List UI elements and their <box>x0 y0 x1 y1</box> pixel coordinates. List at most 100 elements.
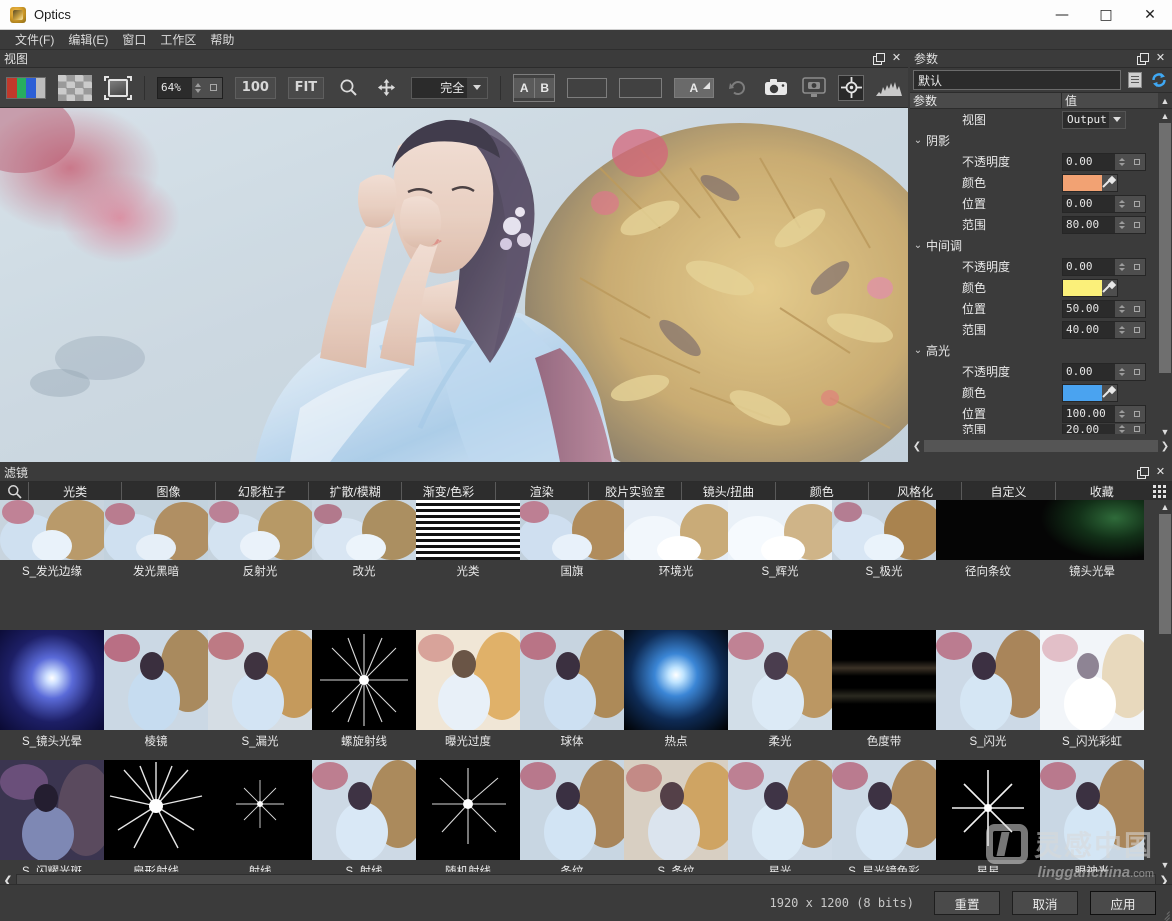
filter-thumb[interactable] <box>104 500 208 560</box>
camera-monitor-icon[interactable] <box>801 75 827 101</box>
scroll-up-icon[interactable]: ▲ <box>1158 500 1172 514</box>
filter-thumb[interactable] <box>416 760 520 860</box>
filter-thumb[interactable] <box>416 630 520 730</box>
param-scroll-up-icon[interactable]: ▲ <box>1158 93 1172 108</box>
zoom-100-button[interactable]: 100 <box>234 76 276 99</box>
param-row-midtone-range[interactable]: 范围 40.00 <box>910 319 1172 340</box>
reset-button[interactable] <box>1128 321 1145 338</box>
filter-thumb[interactable] <box>0 500 104 560</box>
number-field[interactable]: 40.00 <box>1062 320 1146 339</box>
scroll-down-icon[interactable]: ▼ <box>1158 858 1172 872</box>
filter-thumb[interactable] <box>1040 500 1144 560</box>
filter-item[interactable]: S_闪耀光斑 <box>0 760 104 872</box>
param-row-shadow-opacity[interactable]: 不透明度 0.00 <box>910 151 1172 172</box>
filter-item[interactable]: S_闪光彩虹 <box>1040 630 1144 760</box>
camera-icon[interactable] <box>763 75 789 101</box>
reset-button[interactable] <box>1128 153 1145 170</box>
number-value[interactable]: 80.00 <box>1063 216 1115 233</box>
eyedropper-icon[interactable] <box>1101 384 1117 401</box>
param-group-midtones[interactable]: ⌄ 中间调 <box>910 235 1172 256</box>
filter-thumb[interactable] <box>1040 630 1144 730</box>
search-icon[interactable] <box>0 482 28 500</box>
filter-item[interactable]: S_漏光 <box>208 630 312 760</box>
apply-button[interactable]: 应用 <box>1090 891 1156 915</box>
param-group-highlights[interactable]: ⌄ 高光 <box>910 340 1172 361</box>
filter-item[interactable]: S_镜头光晕 <box>0 630 104 760</box>
filter-thumb[interactable] <box>832 500 936 560</box>
grid-view-icon[interactable] <box>1148 482 1172 500</box>
menu-edit[interactable]: 编辑(E) <box>61 29 115 50</box>
eyedropper-icon[interactable] <box>1101 279 1117 296</box>
number-field[interactable]: 0.00 <box>1062 362 1146 381</box>
number-value[interactable]: 0.00 <box>1063 153 1115 170</box>
tab-lens-distort[interactable]: 镜头/扭曲 <box>681 482 775 500</box>
document-icon[interactable] <box>1125 70 1145 90</box>
filter-thumb[interactable] <box>416 500 520 560</box>
spinner[interactable] <box>1115 216 1128 233</box>
filter-thumb[interactable] <box>728 630 832 730</box>
cancel-button[interactable]: 取消 <box>1012 891 1078 915</box>
filter-thumb[interactable] <box>312 630 416 730</box>
tab-image[interactable]: 图像 <box>121 482 215 500</box>
scroll-track[interactable] <box>924 440 1158 452</box>
number-value[interactable]: 100.00 <box>1063 405 1115 422</box>
filter-thumb[interactable] <box>832 760 936 860</box>
tab-favorites[interactable]: 收藏 <box>1054 482 1148 500</box>
filter-thumb[interactable] <box>0 630 104 730</box>
reset-button[interactable] <box>1128 258 1145 275</box>
filter-thumb[interactable] <box>936 630 1040 730</box>
number-value[interactable]: 0.00 <box>1063 195 1115 212</box>
filter-item[interactable]: S_极光 <box>832 500 936 630</box>
filter-item[interactable]: 球体 <box>520 630 624 760</box>
resize-grip[interactable] <box>1158 907 1170 921</box>
param-row-shadow-color[interactable]: 颜色 <box>910 172 1172 193</box>
maximize-button[interactable]: □ <box>1084 0 1128 30</box>
filter-item[interactable]: 反射光 <box>208 500 312 630</box>
reset-button[interactable] <box>1128 216 1145 233</box>
reset-button[interactable] <box>1128 424 1145 434</box>
histogram-icon[interactable] <box>876 75 903 101</box>
scroll-down-icon[interactable]: ▼ <box>1158 425 1172 439</box>
param-close-icon[interactable]: ✕ <box>1154 52 1167 65</box>
view-output-select[interactable]: Output <box>1062 110 1126 129</box>
number-value[interactable]: 20.00 <box>1063 424 1115 434</box>
twisty-icon[interactable]: ⌄ <box>910 345 926 356</box>
filter-item[interactable]: 发光黑暗 <box>104 500 208 630</box>
filter-thumb[interactable] <box>936 760 1040 860</box>
view-close-icon[interactable]: ✕ <box>890 52 903 65</box>
chevron-down-icon[interactable] <box>1109 111 1125 128</box>
tab-film-lab[interactable]: 胶片实验室 <box>587 482 682 500</box>
zoom-reset-button[interactable] <box>204 77 222 98</box>
number-field[interactable]: 0.00 <box>1062 194 1146 213</box>
number-field[interactable]: 0.00 <box>1062 152 1146 171</box>
number-field[interactable]: 0.00 <box>1062 257 1146 276</box>
filter-thumb[interactable] <box>832 630 936 730</box>
eyedropper-icon[interactable] <box>1101 174 1117 191</box>
spinner[interactable] <box>1115 321 1128 338</box>
filter-item[interactable]: S_射线 <box>312 760 416 872</box>
a-overlay-icon[interactable]: A <box>674 77 714 98</box>
number-field[interactable]: 80.00 <box>1062 215 1146 234</box>
number-value[interactable]: 0.00 <box>1063 363 1115 380</box>
filter-thumb[interactable] <box>520 630 624 730</box>
param-row-highlight-range[interactable]: 范围 20.00 <box>910 424 1172 434</box>
split-vertical-icon[interactable] <box>567 77 607 98</box>
spinner[interactable] <box>1115 405 1128 422</box>
filter-thumb[interactable] <box>104 630 208 730</box>
scroll-up-icon[interactable]: ▲ <box>1158 109 1172 123</box>
tab-gradient-color[interactable]: 渐变/色彩 <box>401 482 495 500</box>
filter-thumb[interactable] <box>208 500 312 560</box>
tab-diffuse-blur[interactable]: 扩散/模糊 <box>307 482 402 500</box>
twisty-icon[interactable]: ⌄ <box>910 135 926 146</box>
filter-item[interactable]: 眼神光 <box>1040 760 1144 872</box>
tab-light[interactable]: 光类 <box>28 482 122 500</box>
filter-thumb[interactable] <box>104 760 208 860</box>
menu-file[interactable]: 文件(F) <box>8 29 61 50</box>
spinner[interactable] <box>1115 363 1128 380</box>
spinner[interactable] <box>1115 195 1128 212</box>
refresh-icon[interactable] <box>726 75 752 101</box>
menu-window[interactable]: 窗口 <box>115 29 153 50</box>
twisty-icon[interactable]: ⌄ <box>910 240 926 251</box>
filter-item[interactable]: 环境光 <box>624 500 728 630</box>
filter-item[interactable]: 曝光过度 <box>416 630 520 760</box>
